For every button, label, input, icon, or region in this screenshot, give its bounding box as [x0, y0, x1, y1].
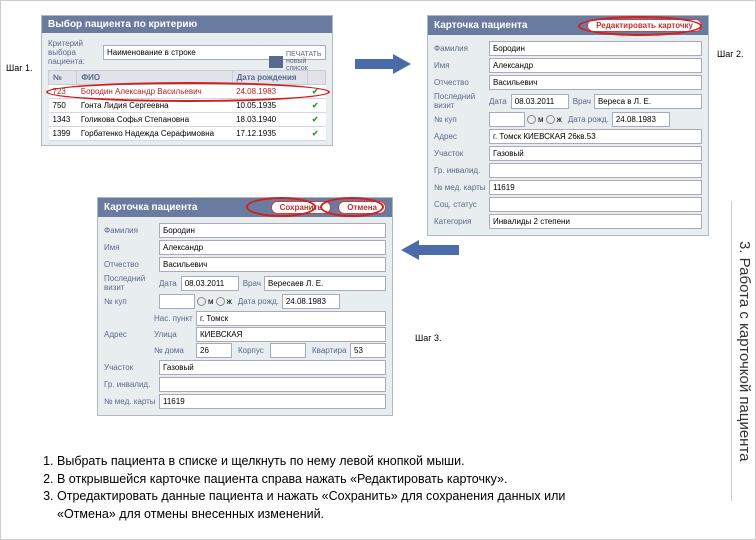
- inp-street[interactable]: КИЕВСКАЯ: [196, 327, 386, 342]
- inp-np[interactable]: г. Томск: [196, 311, 386, 326]
- table-row[interactable]: 1399Горбатенко Надежда Серафимовна17.12.…: [49, 127, 326, 141]
- instr-item: Отредактировать данные пациента и нажать…: [57, 488, 619, 523]
- inp-kv[interactable]: 53: [350, 343, 386, 358]
- step-label-1: Шаг 1.: [6, 63, 33, 73]
- lbl: № куп: [104, 297, 159, 306]
- val-patr: Васильевич: [489, 75, 702, 90]
- radio-m[interactable]: [197, 297, 206, 306]
- inp-dob[interactable]: 24.08.1983: [282, 294, 340, 309]
- panel-patient-card-edit: Карточка пациента Сохранить Отмена Фамил…: [97, 197, 393, 416]
- panel-patient-select: Выбор пациента по критерию Критерий выбо…: [41, 15, 333, 146]
- lbl: Гр. инвалид.: [104, 380, 159, 389]
- lbl: Имя: [104, 243, 159, 252]
- sublbl: Дата: [489, 97, 507, 106]
- lbl: Последний визит: [104, 274, 159, 292]
- inp-name[interactable]: Александр: [159, 240, 386, 255]
- row-highlight-oval: [46, 82, 330, 102]
- lbl: № мед. карты: [104, 397, 159, 406]
- sublbl: Дата рожд.: [568, 115, 609, 124]
- col-n: №: [49, 71, 77, 85]
- inp-dom[interactable]: 26: [196, 343, 232, 358]
- sublbl: Нас. пункт: [154, 314, 196, 323]
- panel2-title: Карточка пациента: [434, 20, 528, 31]
- arrow-2-head: [401, 240, 419, 260]
- lbl-m: м: [538, 115, 544, 124]
- sublbl: Улица: [154, 330, 196, 339]
- inp-korp[interactable]: [270, 343, 306, 358]
- lbl: Отчество: [104, 260, 159, 269]
- arrow-1-bar: [355, 59, 395, 69]
- inp-vrach[interactable]: Вересаев Л. Е.: [264, 276, 386, 291]
- crit-label: Критерий выбора пациента:: [48, 39, 103, 66]
- val-inv: [489, 163, 702, 178]
- lbl: Соц. статус: [434, 200, 489, 209]
- radio-f[interactable]: [216, 297, 225, 306]
- save-highlight: [246, 197, 316, 217]
- val-soc: [489, 197, 702, 212]
- lbl-f: ж: [227, 297, 232, 306]
- val-uch: Газовый: [489, 146, 702, 161]
- instr-item: Выбрать пациента в списке и щелкнуть по …: [57, 453, 619, 471]
- sublbl: Врач: [573, 97, 591, 106]
- sublbl: Дата рожд.: [238, 297, 279, 306]
- inp-fam[interactable]: Бородин: [159, 223, 386, 238]
- inp-inv[interactable]: [159, 377, 386, 392]
- val-nkup: [489, 112, 525, 127]
- step-label-2: Шаг 2.: [717, 49, 744, 59]
- sublbl: Дата: [159, 279, 177, 288]
- lbl: Имя: [434, 61, 489, 70]
- lbl: Участок: [434, 149, 489, 158]
- val-fam: Бородин: [489, 41, 702, 56]
- radio-m-icon: [527, 115, 536, 124]
- lbl: Категория: [434, 217, 489, 226]
- panel1-title: Выбор пациента по критерию: [42, 16, 332, 33]
- val-card: 11619: [489, 180, 702, 195]
- print-icon[interactable]: ПЕЧАТАТЬ новый список: [269, 51, 326, 72]
- edit-btn-highlight: [578, 16, 702, 36]
- table-row[interactable]: 1343Голикова Софья Степановна18.03.1940✔: [49, 113, 326, 127]
- val-cat: Инвалиды 2 степени: [489, 214, 702, 229]
- print-label: ПЕЧАТАТЬ новый список: [286, 51, 326, 72]
- panel1-title-text: Выбор пациента по критерию: [48, 19, 197, 30]
- instr-item: В открывшейся карточке пациента справа н…: [57, 471, 619, 489]
- val-name: Александр: [489, 58, 702, 73]
- panel-patient-card-view: Карточка пациента Редактировать карточку…: [427, 15, 709, 236]
- arrow-2-bar: [419, 245, 459, 255]
- lbl: Фамилия: [104, 226, 159, 235]
- val-addr: г. Томск КИЕВСКАЯ 26кв.53: [489, 129, 702, 144]
- lbl: Последний визит: [434, 92, 489, 110]
- step-label-3: Шаг 3.: [415, 333, 442, 343]
- panel3-title: Карточка пациента: [104, 202, 198, 213]
- lbl: Отчество: [434, 78, 489, 87]
- instructions: Выбрать пациента в списке и щелкнуть по …: [39, 453, 619, 523]
- lbl: Участок: [104, 363, 159, 372]
- inp-date[interactable]: 08.03.2011: [181, 276, 239, 291]
- val-vrach: Вереса в Л. Е.: [594, 94, 702, 109]
- val-date: 08.03.2011: [511, 94, 569, 109]
- inp-uch[interactable]: Газовый: [159, 360, 386, 375]
- section-title: 3. Работа с карточкой пациента: [731, 201, 753, 501]
- lbl: № мед. карты: [434, 183, 489, 192]
- lbl: Фамилия: [434, 44, 489, 53]
- lbl: № куп: [434, 115, 489, 124]
- sublbl: Корпус: [238, 346, 270, 355]
- lbl-f: ж: [557, 115, 562, 124]
- radio-f-icon: [546, 115, 555, 124]
- lbl: Адрес: [104, 330, 154, 339]
- sublbl: № дома: [154, 346, 196, 355]
- lbl: Адрес: [434, 132, 489, 141]
- arrow-1-head: [393, 54, 411, 74]
- patient-table: №ФИОДата рождения 723Бородин Александр В…: [48, 70, 326, 141]
- sublbl: Врач: [243, 279, 261, 288]
- inp-patr[interactable]: Васильевич: [159, 257, 386, 272]
- lbl-m: м: [208, 297, 214, 306]
- val-dob: 24.08.1983: [612, 112, 670, 127]
- inp-nkup[interactable]: [159, 294, 195, 309]
- lbl: Гр. инвалид.: [434, 166, 489, 175]
- inp-card[interactable]: 11619: [159, 394, 386, 409]
- cancel-highlight: [320, 197, 384, 217]
- sublbl: Квартира: [312, 346, 350, 355]
